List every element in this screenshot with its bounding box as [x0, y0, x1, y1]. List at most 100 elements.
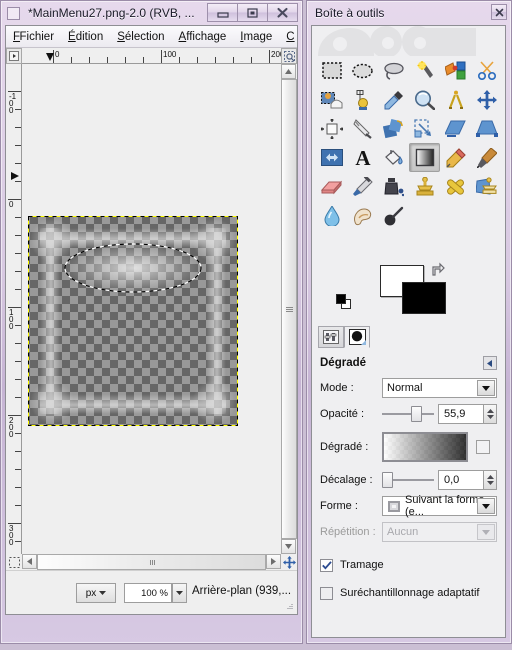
- opacity-slider-knob[interactable]: [411, 406, 423, 422]
- dithering-checkbox[interactable]: [320, 558, 333, 572]
- toolbox-window[interactable]: Boîte à outils A Dégradé Mode: Normal O…: [306, 0, 512, 644]
- zoom-tool[interactable]: [409, 85, 440, 114]
- toolbox-titlebar[interactable]: Boîte à outils: [307, 1, 511, 25]
- canvas-vertical-scrollbar[interactable]: [281, 64, 297, 554]
- background-color-swatch[interactable]: [402, 282, 446, 314]
- airbrush-tool[interactable]: [347, 172, 378, 201]
- foreground-select-tool[interactable]: [316, 85, 347, 114]
- dithering-row[interactable]: Tramage: [320, 554, 497, 576]
- zoom-entry[interactable]: 100 %: [124, 583, 172, 603]
- close-button[interactable]: [267, 3, 298, 22]
- dock-tabs[interactable]: [312, 324, 505, 351]
- canvas-horizontal-scrollbar[interactable]: [22, 554, 281, 570]
- minimize-button[interactable]: [207, 3, 238, 22]
- vertical-ruler[interactable]: -100 0 100 200 300: [6, 64, 22, 554]
- toolbox-window-controls[interactable]: [491, 3, 507, 20]
- gradient-preview[interactable]: [382, 432, 468, 462]
- color-area[interactable]: [312, 262, 505, 322]
- scale-tool[interactable]: [409, 114, 440, 143]
- shear-tool[interactable]: [440, 114, 471, 143]
- crop-tool[interactable]: [347, 114, 378, 143]
- window-menu-icon[interactable]: [7, 6, 20, 20]
- quick-mask-button[interactable]: [6, 554, 22, 570]
- zoom-image-button[interactable]: [281, 48, 297, 64]
- fuzzy-select-tool[interactable]: [409, 56, 440, 85]
- ellipse-select-tool[interactable]: [347, 56, 378, 85]
- restore-button[interactable]: [237, 3, 268, 22]
- opacity-stepper[interactable]: [484, 404, 497, 424]
- image-window[interactable]: *MainMenu27.png-2.0 (RVB, ... FFichier É…: [0, 0, 303, 644]
- heal-bandage-icon: [447, 178, 464, 195]
- pencil-tool[interactable]: [440, 143, 471, 172]
- offset-value-field[interactable]: 0,0: [438, 470, 484, 490]
- paintbrush-tool[interactable]: [471, 143, 502, 172]
- eraser-tool[interactable]: [316, 172, 347, 201]
- opacity-value: 55,9: [444, 408, 466, 420]
- wilber-drop-area[interactable]: [312, 26, 505, 56]
- bucket-fill-tool[interactable]: [378, 143, 409, 172]
- menu-selection[interactable]: Sélection: [110, 29, 171, 45]
- free-select-tool[interactable]: [378, 56, 409, 85]
- collapse-left-icon[interactable]: [483, 356, 497, 370]
- swap-colors-icon[interactable]: [429, 262, 446, 279]
- menubar[interactable]: FFichier Édition Sélection Affichage Ima…: [6, 26, 297, 48]
- gradient-tool[interactable]: [409, 143, 440, 172]
- adaptive-supersampling-row[interactable]: Suréchantillonnage adaptatif: [320, 582, 497, 604]
- color-picker-tool[interactable]: [378, 85, 409, 114]
- menu-image[interactable]: Image: [233, 29, 279, 45]
- reset-colors-icon[interactable]: [336, 294, 352, 310]
- navigation-preview-button[interactable]: [281, 554, 297, 570]
- image-window-titlebar[interactable]: *MainMenu27.png-2.0 (RVB, ...: [1, 1, 302, 25]
- horizontal-scroll-thumb[interactable]: [37, 554, 266, 570]
- scroll-down-button[interactable]: [281, 539, 296, 554]
- perspective-clone-tool[interactable]: [471, 172, 502, 201]
- menu-calque[interactable]: C: [279, 29, 294, 45]
- tool-options-tab[interactable]: [344, 326, 370, 348]
- resize-grip-icon[interactable]: [283, 601, 293, 611]
- offset-slider[interactable]: [382, 470, 434, 490]
- smudge-tool[interactable]: [347, 201, 378, 230]
- align-tool[interactable]: [316, 114, 347, 143]
- offset-stepper[interactable]: [484, 470, 497, 490]
- tool-grid[interactable]: A: [312, 56, 505, 261]
- window-controls[interactable]: [207, 3, 298, 22]
- menu-affichage[interactable]: Affichage: [172, 29, 234, 45]
- paths-tool[interactable]: [347, 85, 378, 114]
- menu-button-corner[interactable]: [6, 48, 22, 64]
- perspective-tool[interactable]: [471, 114, 502, 143]
- opacity-value-field[interactable]: 55,9: [438, 404, 484, 424]
- zoom-dropdown-button[interactable]: [172, 583, 187, 603]
- blur-sharpen-tool[interactable]: [316, 201, 347, 230]
- scroll-up-button[interactable]: [281, 64, 296, 79]
- select-by-color-tool[interactable]: [440, 56, 471, 85]
- scroll-right-button[interactable]: [266, 554, 281, 569]
- heal-tool[interactable]: [440, 172, 471, 201]
- offset-slider-knob[interactable]: [382, 472, 393, 488]
- vertical-scroll-thumb[interactable]: [281, 79, 297, 539]
- flip-tool[interactable]: [316, 143, 347, 172]
- toolbox-close-button[interactable]: [491, 4, 507, 20]
- move-tool[interactable]: [471, 85, 502, 114]
- mode-combo[interactable]: Normal: [382, 378, 497, 398]
- unit-combo[interactable]: px: [76, 583, 116, 603]
- menu-fichier[interactable]: FFichier: [6, 29, 61, 45]
- clone-tool[interactable]: [409, 172, 440, 201]
- gradient-reverse-checkbox[interactable]: [476, 440, 490, 454]
- image-canvas[interactable]: [22, 64, 281, 554]
- measure-tool[interactable]: [440, 85, 471, 114]
- ink-tool[interactable]: [378, 172, 409, 201]
- device-status-tab[interactable]: [318, 326, 344, 348]
- text-tool[interactable]: A: [347, 143, 378, 172]
- menu-edition[interactable]: Édition: [61, 29, 110, 45]
- rotate-tool[interactable]: [378, 114, 409, 143]
- opacity-slider[interactable]: [382, 404, 434, 424]
- chevron-down-icon[interactable]: [477, 380, 495, 396]
- horizontal-ruler[interactable]: 0 100 200: [22, 48, 281, 64]
- scissors-select-tool[interactable]: [471, 56, 502, 85]
- chevron-down-icon[interactable]: [477, 498, 495, 514]
- rect-select-tool[interactable]: [316, 56, 347, 85]
- dodge-burn-tool[interactable]: [378, 201, 409, 230]
- scroll-left-button[interactable]: [22, 554, 37, 569]
- adaptive-supersampling-checkbox[interactable]: [320, 586, 333, 600]
- shape-combo[interactable]: Suivant la forme (e...: [382, 494, 497, 518]
